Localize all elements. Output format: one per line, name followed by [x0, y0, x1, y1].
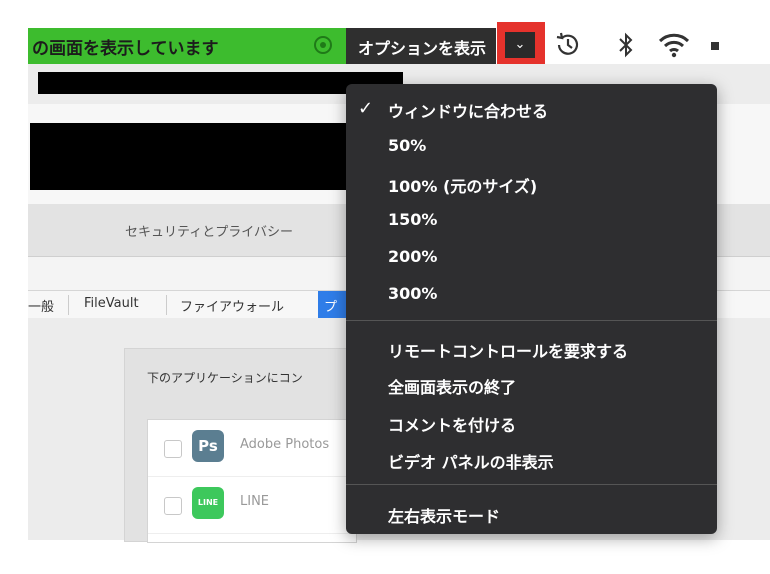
menu-item-side-by-side-mode[interactable]: 左右表示モード	[388, 503, 500, 527]
share-status-text: の画面を表示しています	[32, 39, 219, 59]
app-name: LINE	[240, 494, 270, 509]
list-item[interactable]: Ps Adobe Photos	[148, 420, 356, 477]
tab-divider	[68, 295, 69, 315]
battery-icon[interactable]	[711, 42, 719, 50]
tab-general[interactable]: 一般	[28, 296, 54, 315]
list-item[interactable]: LINE LINE	[148, 477, 356, 534]
menu-item-exit-fullscreen[interactable]: 全画面表示の終了	[388, 374, 516, 398]
app-list: Ps Adobe Photos LINE LINE	[147, 419, 357, 543]
tab-divider	[166, 295, 167, 315]
menu-item-zoom-100[interactable]: 100% (元のサイズ)	[388, 173, 537, 197]
stop-share-icon[interactable]	[314, 36, 332, 54]
menu-separator	[346, 320, 717, 321]
menu-item-zoom-200[interactable]: 200%	[388, 247, 437, 266]
checkmark-icon: ✓	[358, 98, 374, 119]
options-menu: ✓ ウィンドウに合わせる 50% 100% (元のサイズ) 150% 200% …	[346, 84, 717, 534]
screen-share-banner: の画面を表示しています	[28, 28, 346, 64]
permissions-panel: 下のアプリケーションにコン Ps Adobe Photos LINE LINE	[124, 348, 357, 543]
wifi-icon[interactable]	[657, 30, 691, 66]
tab-privacy-label: プ	[324, 300, 338, 315]
bluetooth-icon[interactable]	[615, 30, 637, 66]
app-checkbox[interactable]	[164, 497, 182, 515]
app-checkbox[interactable]	[164, 440, 182, 458]
chevron-down-icon[interactable]: ⌄	[505, 32, 535, 58]
photoshop-icon: Ps	[192, 430, 224, 462]
time-machine-icon[interactable]	[553, 30, 583, 66]
menu-item-fit-window[interactable]: ウィンドウに合わせる	[388, 98, 548, 122]
menu-item-request-remote-control[interactable]: リモートコントロールを要求する	[388, 338, 628, 362]
options-bar[interactable]: オプションを表示	[346, 28, 496, 64]
tab-filevault[interactable]: FileVault	[84, 296, 139, 311]
menu-item-zoom-150[interactable]: 150%	[388, 210, 437, 229]
line-app-icon: LINE	[192, 487, 224, 519]
page-title: セキュリティとプライバシー	[125, 225, 293, 240]
tab-firewall[interactable]: ファイアウォール	[180, 296, 284, 315]
options-label[interactable]: オプションを表示	[358, 35, 486, 59]
tab-privacy[interactable]: プ	[318, 291, 348, 319]
redacted-block	[30, 123, 348, 190]
panel-description: 下のアプリケーションにコン	[147, 371, 303, 385]
menu-item-hide-video-panel[interactable]: ビデオ パネルの非表示	[388, 449, 554, 473]
menu-item-zoom-50[interactable]: 50%	[388, 136, 426, 155]
menu-separator	[346, 484, 717, 485]
menu-item-zoom-300[interactable]: 300%	[388, 284, 437, 303]
menu-item-annotate[interactable]: コメントを付ける	[388, 412, 516, 436]
app-name: Adobe Photos	[240, 437, 330, 452]
menubar-status-area	[545, 28, 770, 64]
